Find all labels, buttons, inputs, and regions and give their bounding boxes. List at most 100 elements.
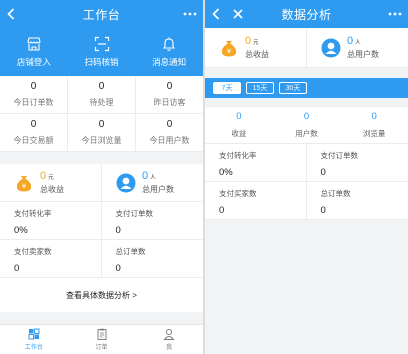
more-menu-button[interactable]	[382, 0, 408, 28]
stat-paid-buyers: 支付买家数 0	[205, 182, 307, 220]
tab-workbench[interactable]: 工作台	[0, 325, 68, 354]
metric-value: 0	[303, 111, 310, 122]
stat-total-orders: 总订单数 0	[306, 182, 408, 220]
summary-revenue: ¥ 0元 总收益	[205, 28, 306, 67]
data-analysis-screen: 数据分析 ¥ 0元 总收益 0人 总用户数 7天 15天 30天 0 收益 0 …	[205, 0, 408, 354]
stat-label: 支付订单数	[320, 151, 359, 160]
quick-notifications[interactable]: 消息通知	[135, 28, 203, 76]
stat-today-turnover[interactable]: 0 今日交易额	[0, 114, 68, 151]
stat-label: 昨日访客	[153, 98, 186, 107]
scan-icon	[94, 36, 109, 52]
stat-paid-orders: 支付订单数 0	[101, 202, 203, 240]
chevron-left-icon	[7, 8, 15, 20]
stat-today-orders[interactable]: 0 今日订单数	[0, 76, 68, 113]
grid-row: 0 今日订单数 0 待处理 0 昨日访客	[0, 76, 203, 114]
stat-value: 0	[115, 263, 121, 274]
quick-scan-verify[interactable]: 扫码核销	[68, 28, 136, 76]
stat-value: 0%	[14, 225, 28, 236]
metric-label: 收益	[231, 129, 247, 138]
metrics-grid: 0 收益 0 用户数 0 浏览量	[205, 106, 408, 144]
tab-label: 我	[166, 345, 173, 351]
summary-users: 0人 总用户数	[101, 164, 203, 201]
stat-label: 今日订单数	[13, 98, 54, 107]
stat-label: 支付买家数	[219, 189, 257, 198]
more-dots-icon	[388, 12, 402, 16]
navbar: 数据分析	[205, 0, 408, 28]
stat-total-orders: 总订单数 0	[101, 240, 203, 278]
stat-value: 0	[219, 205, 225, 216]
users-label: 总用户数	[142, 185, 174, 194]
user-circle-icon	[321, 38, 341, 57]
metric-label: 用户数	[295, 129, 318, 138]
range-15-days[interactable]: 15天	[246, 82, 274, 94]
range-30-days[interactable]: 30天	[279, 82, 307, 94]
tab-orders[interactable]: 订单	[68, 325, 136, 354]
conversion-stats: 支付转化率 0% 支付订单数 0 支付买家数 0 总订单数 0	[205, 144, 408, 220]
summary-card: ¥ 0元 总收益 0人 总用户数	[0, 164, 203, 202]
stat-pay-conversion: 支付转化率 0%	[0, 202, 102, 240]
stat-pending[interactable]: 0 待处理	[68, 76, 136, 113]
order-icon	[97, 328, 106, 340]
bell-icon	[163, 37, 176, 51]
summary-revenue: ¥ 0元 总收益	[0, 164, 101, 201]
svg-text:¥: ¥	[227, 47, 232, 55]
metric-revenue[interactable]: 0 收益	[205, 107, 273, 143]
stat-value: 0	[14, 263, 20, 274]
stat-label: 支付卖家数	[14, 247, 52, 256]
svg-text:¥: ¥	[22, 182, 27, 190]
money-bag-icon: ¥	[16, 175, 32, 191]
users-label: 总用户数	[347, 50, 379, 59]
shop-icon	[27, 37, 41, 51]
stat-value: 0	[166, 81, 173, 92]
quick-label: 消息通知	[152, 57, 187, 67]
more-menu-button[interactable]	[177, 0, 203, 28]
back-button[interactable]	[205, 0, 227, 28]
user-icon	[163, 328, 175, 340]
stat-paid-orders: 支付订单数 0	[306, 144, 408, 182]
users-value: 0人	[347, 35, 361, 47]
metric-users[interactable]: 0 用户数	[273, 107, 341, 143]
back-button[interactable]	[0, 0, 22, 28]
stat-value: 0%	[219, 167, 233, 178]
metric-value: 0	[371, 111, 377, 122]
stat-label: 总订单数	[115, 247, 146, 256]
revenue-value: 0元	[40, 170, 54, 182]
stat-label: 今日浏览量	[81, 136, 122, 145]
stat-paid-sellers: 支付卖家数 0	[0, 240, 102, 278]
metric-views[interactable]: 0 浏览量	[340, 107, 408, 143]
tab-label: 订单	[95, 345, 108, 351]
close-button[interactable]	[227, 0, 249, 28]
close-icon	[233, 9, 243, 19]
quick-actions: 店铺登入 扫码核销 消息通知	[0, 28, 203, 76]
view-data-analysis-link[interactable]: 查看具体数据分析 >	[0, 278, 203, 312]
stat-value: 0	[30, 119, 37, 130]
quick-label: 店铺登入	[16, 57, 51, 67]
workbench-screen: 工作台 店铺登入 扫码核销 消息通知 0 今日订单数 0 待处理 0 昨日访客 0 今日…	[0, 0, 203, 354]
conversion-stats: 支付转化率 0% 支付订单数 0 支付卖家数 0 总订单数 0	[0, 202, 203, 278]
revenue-label: 总收益	[40, 185, 64, 194]
users-value: 0人	[142, 170, 156, 182]
today-stats-grid: 0 今日订单数 0 待处理 0 昨日访客 0 今日交易额 0 今日浏览量 0 今日用户数	[0, 76, 203, 152]
stat-label: 支付转化率	[14, 209, 52, 218]
stat-pay-conversion: 支付转化率 0%	[205, 144, 307, 182]
stat-today-users[interactable]: 0 今日用户数	[136, 114, 203, 151]
user-circle-icon	[116, 173, 136, 192]
metric-value: 0	[236, 111, 242, 122]
quick-shop-login[interactable]: 店铺登入	[0, 28, 68, 76]
stat-label: 支付订单数	[115, 209, 154, 218]
stat-value: 0	[166, 119, 173, 130]
stat-label: 总订单数	[320, 189, 351, 198]
dashboard-icon	[28, 328, 40, 340]
stat-yesterday-visitors[interactable]: 0 昨日访客	[136, 76, 203, 113]
grid-row: 0 今日交易额 0 今日浏览量 0 今日用户数	[0, 114, 203, 152]
stat-today-views[interactable]: 0 今日浏览量	[68, 114, 136, 151]
tab-me[interactable]: 我	[135, 325, 203, 354]
tab-bar: 工作台 订单 我	[0, 324, 203, 354]
more-dots-icon	[183, 12, 197, 16]
revenue-value: 0元	[245, 35, 259, 47]
range-selector: 7天 15天 30天	[205, 80, 408, 96]
quick-label: 扫码核销	[84, 57, 119, 67]
stat-value: 0	[98, 81, 105, 92]
tab-label: 工作台	[24, 345, 43, 351]
range-7-days[interactable]: 7天	[213, 82, 241, 94]
